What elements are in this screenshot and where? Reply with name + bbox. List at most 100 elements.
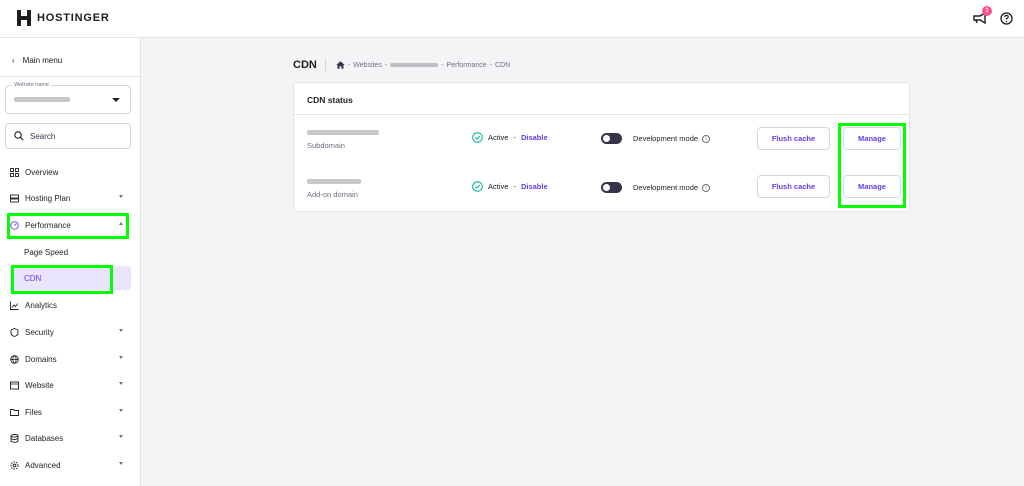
chevron-down-icon [119, 382, 123, 385]
cdn-row: Subdomain Active - Disable Development m… [294, 127, 909, 170]
chevron-down-icon [119, 462, 123, 465]
sidebar-item-files[interactable]: Files [0, 401, 141, 423]
search-box[interactable] [5, 123, 131, 149]
notifications-button[interactable]: 1 [972, 6, 992, 26]
sidebar-item-overview[interactable]: Overview [0, 161, 141, 183]
sidebar-item-advanced[interactable]: Advanced [0, 454, 141, 476]
sidebar-item-security[interactable]: Security [0, 321, 141, 343]
sidebar-item-analytics[interactable]: Analytics [0, 294, 141, 316]
breadcrumb-websites[interactable]: Websites [353, 62, 382, 69]
status-dash: - [513, 133, 516, 142]
sidebar-item-hosting-plan[interactable]: Hosting Plan [0, 187, 141, 209]
domain-name-redacted [307, 130, 379, 135]
sidebar-item-performance[interactable]: Performance [0, 214, 141, 236]
breadcrumb-separator: - [489, 61, 492, 69]
folder-icon [10, 408, 19, 417]
status-dash: - [513, 182, 516, 191]
sidebar-item-label: Page Speed [24, 247, 69, 257]
sidebar-item-label: Domains [25, 354, 57, 364]
search-icon [14, 131, 24, 141]
sidebar-item-website[interactable]: Website [0, 374, 141, 396]
chart-line-icon [10, 301, 19, 310]
shield-icon [10, 327, 19, 337]
cdn-status-card: CDN status Subdomain Active - Disable De… [293, 82, 910, 212]
breadcrumb-separator: - [384, 61, 388, 69]
cdn-status: Active - Disable [472, 132, 548, 143]
sidebar-item-label: Website [25, 380, 54, 390]
development-mode-toggle[interactable] [601, 182, 622, 193]
website-select-label: Website name [12, 82, 52, 88]
manage-button[interactable]: Manage [843, 127, 901, 150]
sidebar-item-label: Databases [25, 433, 64, 443]
development-mode-label: Development mode [633, 183, 699, 192]
page-title: CDN [293, 59, 317, 71]
chevron-down-icon [119, 329, 123, 332]
breadcrumb: CDN - Websites - - Performance - CDN [293, 58, 510, 72]
sidebar-item-cdn[interactable]: CDN [12, 266, 131, 290]
top-bar: HOSTINGER 1 [0, 0, 1024, 38]
brand-name: HOSTINGER [37, 12, 110, 24]
chevron-up-icon [119, 222, 123, 225]
development-mode: Development mode i [633, 183, 711, 192]
sidebar-item-label: Hosting Plan [25, 193, 71, 203]
hostinger-logo-icon [17, 10, 31, 26]
globe-icon [10, 354, 19, 364]
domain-name-redacted [307, 179, 361, 184]
hostinger-logo[interactable]: HOSTINGER [17, 10, 110, 26]
card-divider [294, 114, 909, 115]
domain-type: Add-on domain [307, 190, 358, 199]
sidebar-item-domains[interactable]: Domains [0, 348, 141, 370]
home-icon[interactable] [336, 61, 345, 69]
breadcrumb-separator: - [347, 61, 351, 69]
sidebar-item-databases[interactable]: Databases [0, 427, 141, 449]
help-icon [999, 11, 1013, 25]
search-input[interactable] [30, 131, 120, 141]
website-name-redacted [14, 97, 70, 102]
server-icon [10, 194, 19, 203]
caret-down-icon [112, 98, 120, 102]
chevron-down-icon [119, 435, 123, 438]
manage-button[interactable]: Manage [843, 175, 901, 198]
cdn-status: Active - Disable [472, 181, 548, 192]
cdn-row: Add-on domain Active - Disable Developme… [294, 175, 909, 219]
sidebar-item-label: Performance [25, 220, 71, 230]
sidebar-item-page-speed[interactable]: Page Speed [12, 240, 131, 264]
development-mode-label: Development mode [633, 134, 699, 143]
sidebar-item-label: Advanced [25, 460, 61, 470]
development-mode: Development mode i [633, 134, 711, 143]
chevron-down-icon [119, 356, 123, 359]
development-mode-toggle[interactable] [601, 133, 622, 144]
website-select[interactable]: Website name [5, 82, 131, 114]
database-icon [10, 433, 19, 443]
domain-type: Subdomain [307, 141, 345, 150]
main-menu-link[interactable]: ‹ Main menu [12, 56, 62, 65]
flush-cache-button[interactable]: Flush cache [757, 127, 830, 150]
gauge-icon [10, 220, 19, 230]
help-button[interactable] [998, 10, 1014, 26]
status-text: Active [488, 182, 509, 191]
breadcrumb-website-redacted[interactable] [390, 63, 439, 67]
sidebar-item-label: Analytics [25, 300, 58, 310]
info-icon[interactable]: i [702, 134, 711, 143]
breadcrumb-current: CDN [494, 61, 511, 69]
sidebar: ‹ Main menu Website name Overview Hostin… [0, 38, 141, 486]
breadcrumb-separator: - [441, 61, 444, 69]
sidebar-item-label: CDN [24, 273, 42, 283]
breadcrumb-performance[interactable]: Performance [447, 62, 487, 69]
info-icon[interactable]: i [702, 183, 711, 192]
disable-link[interactable]: Disable [521, 182, 548, 191]
flush-cache-button[interactable]: Flush cache [757, 175, 830, 198]
sidebar-item-label: Security [25, 327, 54, 337]
check-circle-icon [472, 132, 483, 143]
check-circle-icon [472, 181, 483, 192]
main-menu-label: Main menu [22, 56, 63, 65]
chevron-down-icon [119, 409, 123, 412]
chevron-down-icon [119, 195, 123, 198]
notification-badge: 1 [982, 6, 992, 16]
disable-link[interactable]: Disable [521, 133, 548, 142]
sidebar-item-label: Files [25, 407, 42, 417]
window-icon [10, 381, 19, 390]
gear-icon [10, 460, 19, 470]
sidebar-item-label: Overview [25, 167, 59, 177]
breadcrumb-divider [324, 58, 326, 72]
